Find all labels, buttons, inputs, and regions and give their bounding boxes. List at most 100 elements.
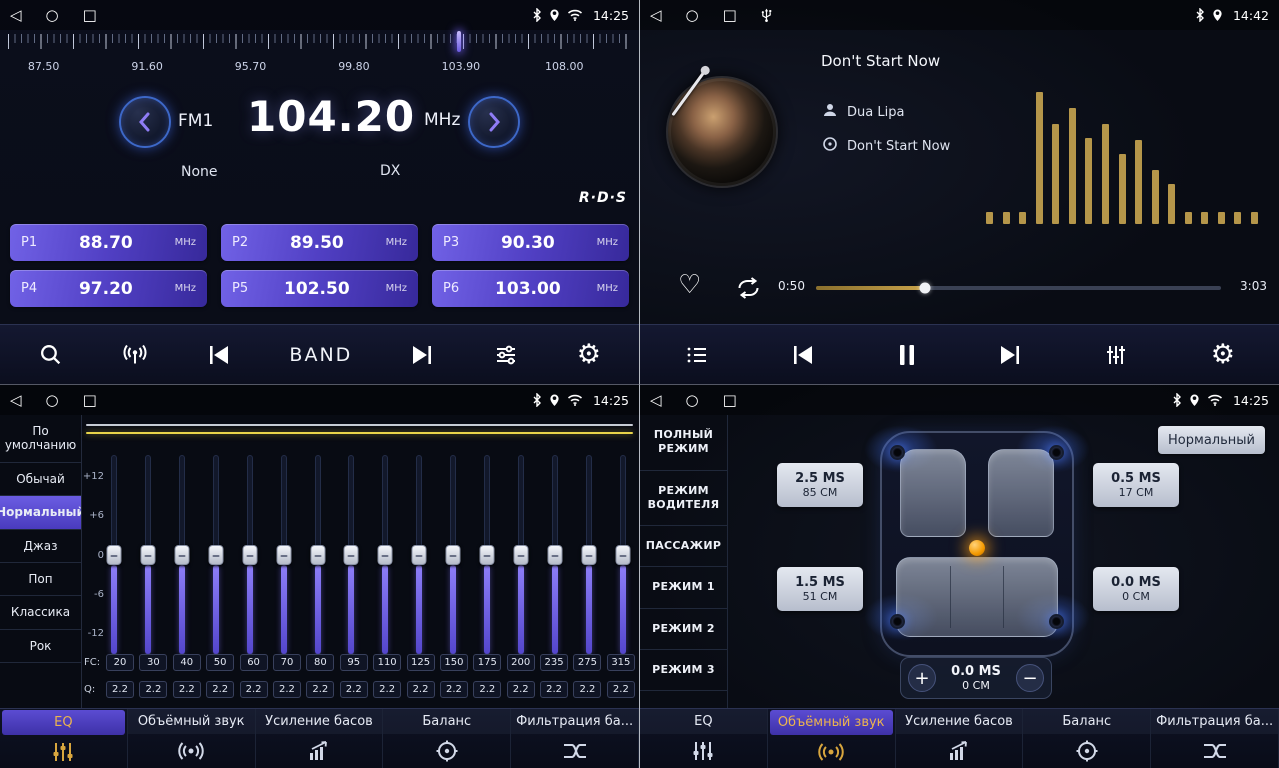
eq-band-slider[interactable] (513, 455, 529, 655)
preset-button-p5[interactable]: P5102.50MHz (221, 270, 418, 307)
rear-right-speaker[interactable] (1049, 614, 1064, 629)
eq-preset-item[interactable]: По умолчанию (0, 415, 81, 463)
progress-bar[interactable] (816, 286, 1221, 290)
soundfield-mode-item[interactable]: РЕЖИМ 3 (640, 650, 727, 691)
slider-knob[interactable] (310, 545, 325, 565)
broadcast-button[interactable] (121, 342, 149, 367)
tune-down-button[interactable] (119, 96, 171, 148)
eq-preset-item[interactable]: Поп (0, 563, 81, 596)
eq-band-slider[interactable] (310, 455, 326, 655)
slider-knob[interactable] (378, 545, 393, 565)
slider-knob[interactable] (615, 545, 630, 565)
recents-button[interactable]: □ (723, 393, 737, 408)
eq-band-slider[interactable] (174, 455, 190, 655)
slider-knob[interactable] (107, 545, 122, 565)
eq-band-slider[interactable] (140, 455, 156, 655)
slider-knob[interactable] (412, 545, 427, 565)
listening-position-marker[interactable] (969, 540, 985, 556)
preset-button-p6[interactable]: P6103.00MHz (432, 270, 629, 307)
sound-preset-button[interactable]: Нормальный (1158, 426, 1265, 454)
front-left-speaker[interactable] (890, 445, 905, 460)
recents-button[interactable]: □ (83, 393, 97, 408)
preset-button-p3[interactable]: P390.30MHz (432, 224, 629, 261)
increase-delay-button[interactable]: + (908, 664, 936, 692)
preset-button-p4[interactable]: P497.20MHz (10, 270, 207, 307)
slider-knob[interactable] (446, 545, 461, 565)
tab-eq[interactable]: EQ (640, 709, 768, 768)
tab-filter[interactable]: Фильтрация ба... (1151, 709, 1279, 768)
tab-eq[interactable]: EQ (0, 709, 128, 768)
decrease-delay-button[interactable]: − (1016, 664, 1044, 692)
soundfield-mode-item[interactable]: РЕЖИМ 2 (640, 609, 727, 650)
tab-surround-sound[interactable]: Объёмный звук (768, 709, 896, 768)
eq-band-slider[interactable] (343, 455, 359, 655)
back-button[interactable]: ◁ (10, 393, 22, 408)
eq-band-slider[interactable] (106, 455, 122, 655)
slider-knob[interactable] (140, 545, 155, 565)
tune-up-button[interactable] (468, 96, 520, 148)
eq-band-slider[interactable] (581, 455, 597, 655)
rear-left-delay[interactable]: 1.5 MS 51 CM (777, 567, 863, 611)
home-button[interactable]: ○ (46, 8, 59, 23)
favorite-button[interactable]: ♡ (678, 272, 701, 298)
tab-balance[interactable]: Баланс (383, 709, 511, 768)
eq-settings-button[interactable] (493, 343, 519, 367)
band-button[interactable]: BAND (289, 344, 352, 366)
eq-preset-item[interactable]: Классика (0, 596, 81, 629)
tab-surround-sound[interactable]: Объёмный звук (128, 709, 256, 768)
tuning-indicator[interactable] (457, 31, 461, 52)
slider-knob[interactable] (480, 545, 495, 565)
playlist-button[interactable] (684, 343, 710, 367)
slider-knob[interactable] (344, 545, 359, 565)
eq-preset-item[interactable]: Рок (0, 630, 81, 663)
slider-knob[interactable] (581, 545, 596, 565)
front-right-speaker[interactable] (1049, 445, 1064, 460)
progress-knob[interactable] (920, 283, 931, 294)
frequency-ruler[interactable]: 87.5091.6095.7099.80103.90108.00 (8, 34, 631, 80)
back-button[interactable]: ◁ (10, 8, 22, 23)
rear-right-delay[interactable]: 0.0 MS 0 CM (1093, 567, 1179, 611)
front-left-delay[interactable]: 2.5 MS 85 CM (777, 463, 863, 507)
preset-button-p1[interactable]: P188.70MHz (10, 224, 207, 261)
eq-preset-item[interactable]: Нормальный (0, 496, 81, 529)
slider-knob[interactable] (547, 545, 562, 565)
tab-filter[interactable]: Фильтрация ба... (511, 709, 639, 768)
mixer-button[interactable] (1103, 343, 1129, 367)
prev-station-button[interactable] (207, 344, 231, 366)
home-button[interactable]: ○ (686, 8, 699, 23)
eq-preset-item[interactable]: Обычай (0, 463, 81, 496)
recents-button[interactable]: □ (83, 8, 97, 23)
eq-band-slider[interactable] (276, 455, 292, 655)
next-station-button[interactable] (410, 344, 434, 366)
settings-button[interactable]: ⚙ (577, 341, 601, 368)
soundfield-mode-item[interactable]: ПАССАЖИР (640, 526, 727, 567)
back-button[interactable]: ◁ (650, 8, 662, 23)
tab-bass-boost[interactable]: Усиление басов (256, 709, 384, 768)
slider-knob[interactable] (276, 545, 291, 565)
repeat-button[interactable] (735, 277, 762, 303)
soundfield-mode-item[interactable]: ПОЛНЫЙ РЕЖИМ (640, 415, 727, 471)
tab-bass-boost[interactable]: Усиление басов (896, 709, 1024, 768)
soundfield-mode-item[interactable]: РЕЖИМ ВОДИТЕЛЯ (640, 471, 727, 527)
back-button[interactable]: ◁ (650, 393, 662, 408)
slider-knob[interactable] (174, 545, 189, 565)
next-track-button[interactable] (998, 344, 1022, 366)
front-right-delay[interactable]: 0.5 MS 17 CM (1093, 463, 1179, 507)
settings-button[interactable]: ⚙ (1211, 341, 1235, 368)
eq-preset-item[interactable]: Джаз (0, 530, 81, 563)
tab-balance[interactable]: Баланс (1023, 709, 1151, 768)
soundfield-mode-item[interactable]: РЕЖИМ 1 (640, 567, 727, 608)
rear-left-speaker[interactable] (890, 614, 905, 629)
home-button[interactable]: ○ (46, 393, 59, 408)
prev-track-button[interactable] (791, 344, 815, 366)
eq-band-slider[interactable] (547, 455, 563, 655)
recents-button[interactable]: □ (723, 8, 737, 23)
eq-band-slider[interactable] (208, 455, 224, 655)
slider-knob[interactable] (208, 545, 223, 565)
eq-band-slider[interactable] (377, 455, 393, 655)
eq-band-slider[interactable] (615, 455, 631, 655)
pause-button[interactable] (897, 343, 917, 367)
scan-button[interactable] (38, 342, 63, 367)
home-button[interactable]: ○ (686, 393, 699, 408)
slider-knob[interactable] (242, 545, 257, 565)
